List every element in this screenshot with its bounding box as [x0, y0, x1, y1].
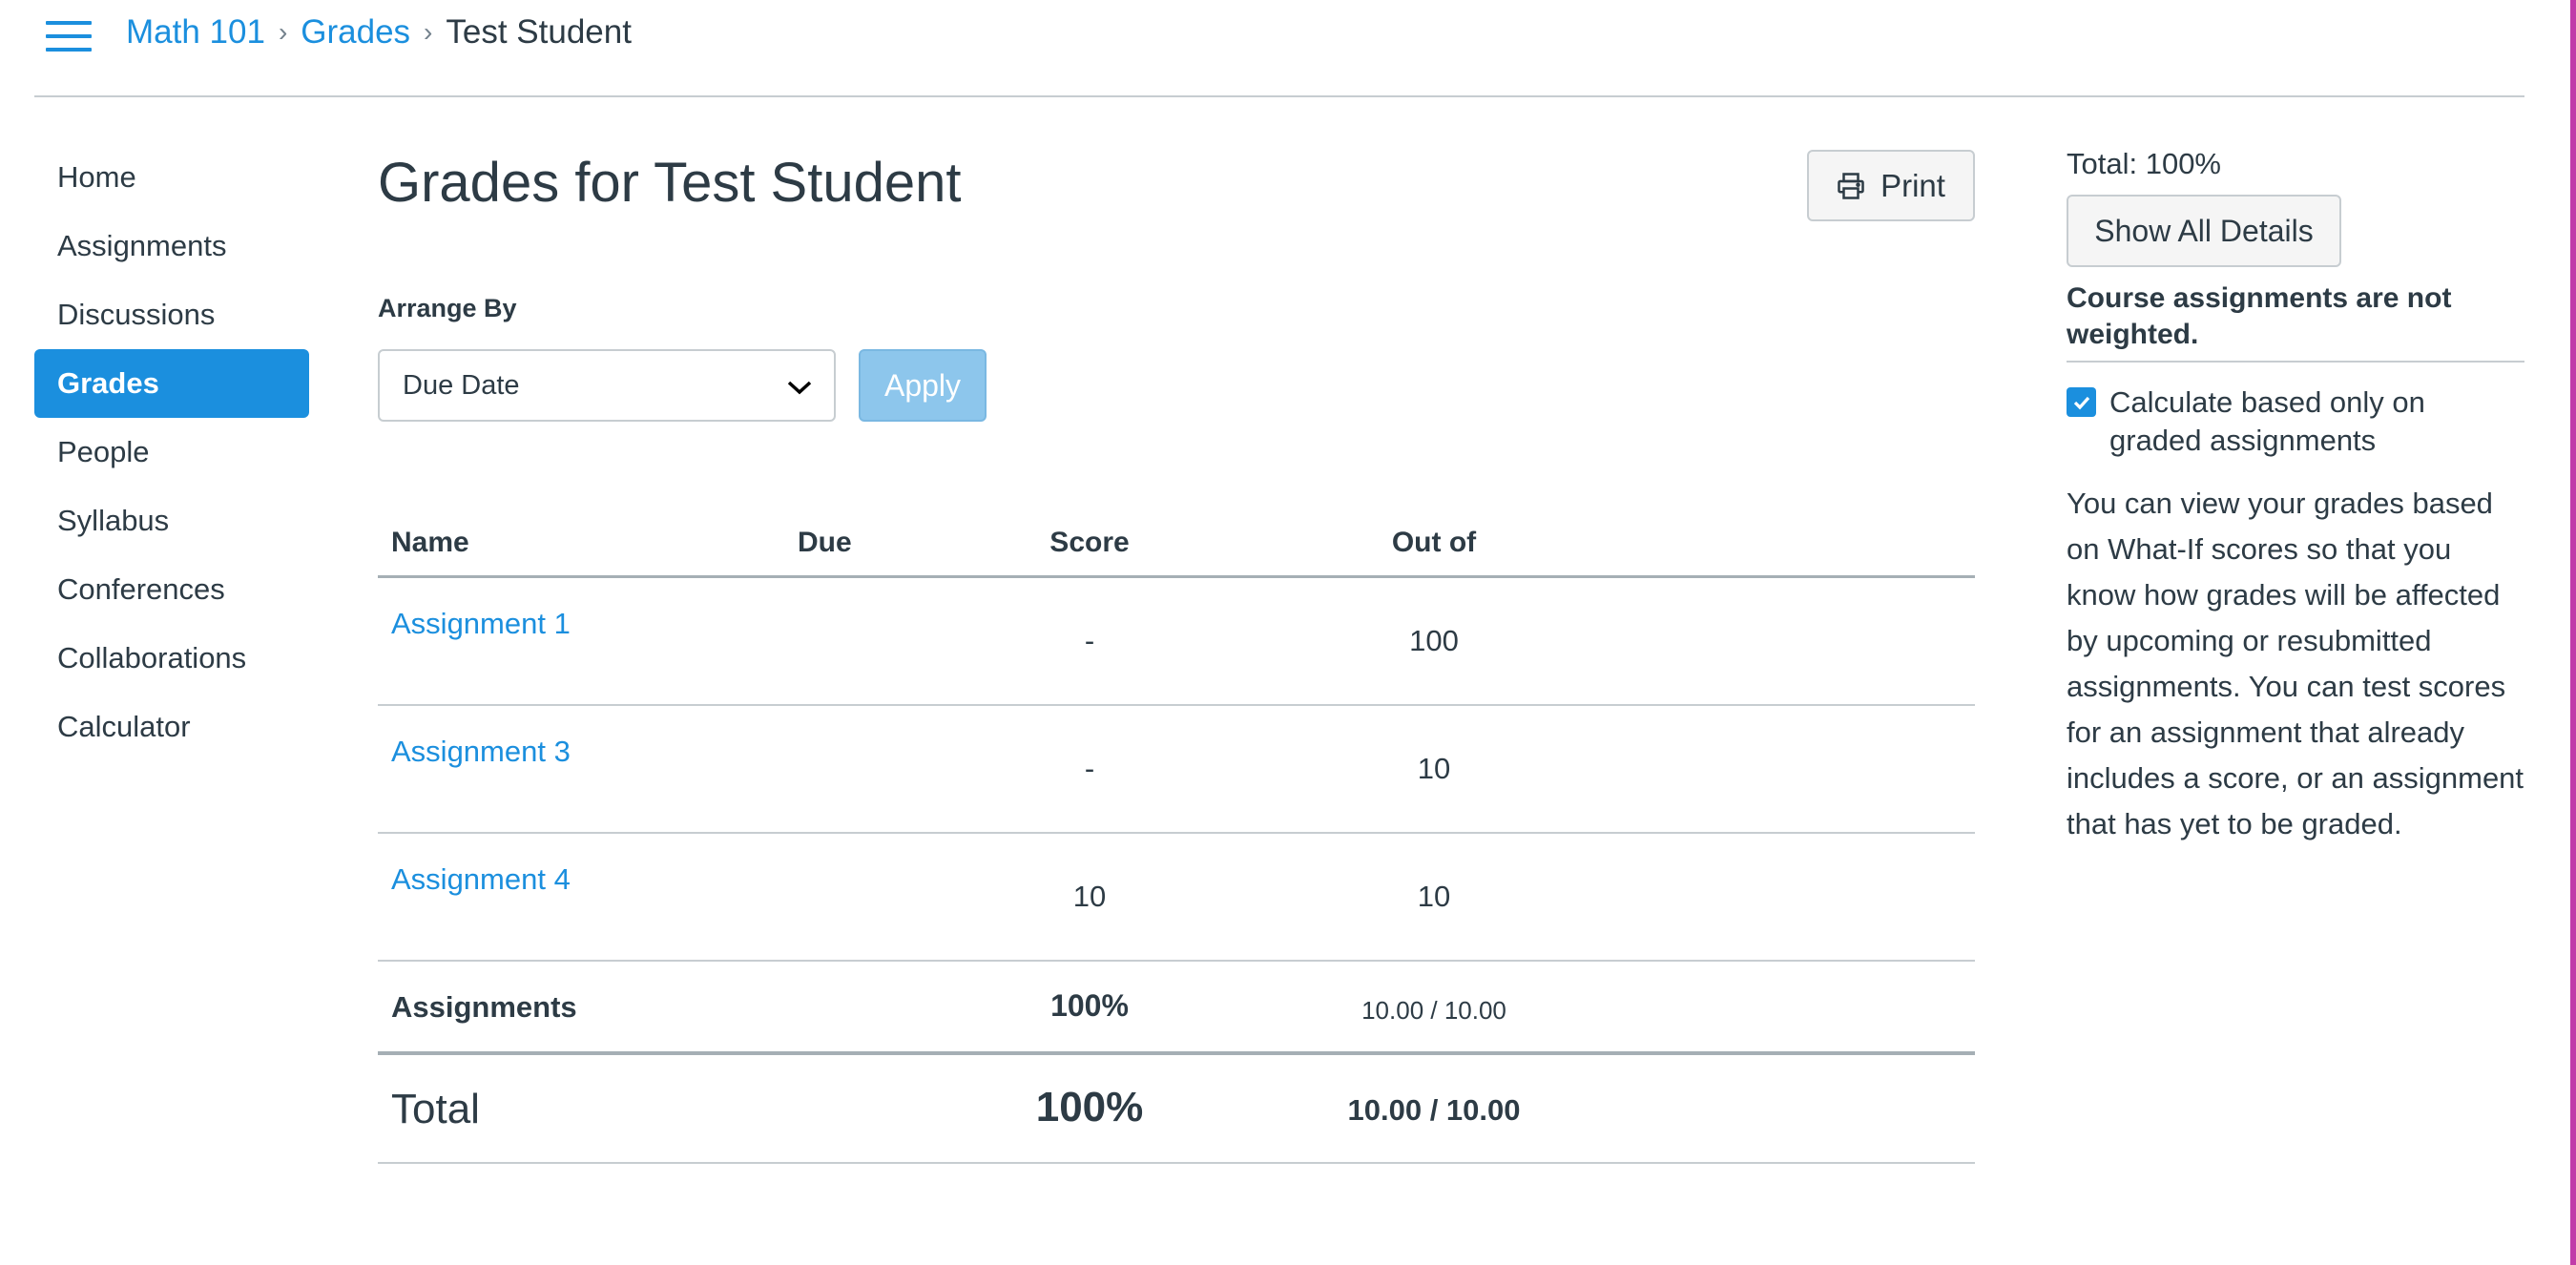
breadcrumb-current: Test Student — [446, 13, 632, 51]
out-of-cell: 10 — [1417, 752, 1451, 785]
show-all-details-button[interactable]: Show All Details — [2067, 195, 2341, 267]
header-out-of[interactable]: Out of — [1392, 527, 1476, 559]
header-due[interactable]: Due — [798, 527, 852, 559]
chevron-down-icon — [787, 381, 812, 395]
graded-only-checkbox-row[interactable]: Calculate based only on graded assignmen… — [2067, 384, 2524, 460]
sidebar-item-people[interactable]: People — [34, 418, 309, 487]
hamburger-menu-icon[interactable] — [46, 19, 92, 53]
header-name[interactable]: Name — [391, 527, 469, 559]
page-title: Grades for Test Student — [378, 152, 962, 214]
sidebar-item-collaborations[interactable]: Collaborations — [34, 624, 309, 693]
chevron-right-icon: › — [424, 17, 433, 47]
out-of-cell: 100 — [1409, 624, 1459, 657]
sidebar-item-conferences[interactable]: Conferences — [34, 555, 309, 624]
group-label: Assignments — [391, 990, 577, 1024]
assignment-link[interactable]: Assignment 1 — [391, 607, 571, 641]
apply-button[interactable]: Apply — [859, 349, 987, 422]
sidebar-item-syllabus[interactable]: Syllabus — [34, 487, 309, 555]
total-grade: Total: 100% — [2067, 147, 2221, 180]
breadcrumb-course[interactable]: Math 101 — [126, 13, 265, 52]
printer-icon — [1838, 172, 1864, 199]
page-header: Math 101 › Grades › Test Student — [34, 0, 2524, 97]
checkmark-icon — [2073, 396, 2089, 409]
breadcrumb-grades[interactable]: Grades — [301, 13, 410, 52]
grade-summary-panel: Total: 100% Show All Details Course assi… — [2067, 143, 2524, 847]
arrange-by-value: Due Date — [403, 370, 520, 401]
score-cell[interactable]: - — [1085, 624, 1094, 658]
sidebar-item-discussions[interactable]: Discussions — [34, 280, 309, 349]
print-label: Print — [1880, 167, 1945, 203]
group-points: 10.00 / 10.00 — [1361, 996, 1506, 1025]
weighting-note: Course assignments are not weighted. — [2067, 280, 2524, 363]
total-points: 10.00 / 10.00 — [1347, 1093, 1521, 1127]
table-row: Assignment 3 - 10 — [378, 706, 1975, 834]
score-cell[interactable]: 10 — [1073, 880, 1106, 914]
arrange-by-select[interactable]: Due Date — [378, 349, 836, 422]
group-percent: 100% — [1050, 988, 1129, 1023]
total-label: Total — [391, 1086, 480, 1132]
print-button[interactable]: Print — [1807, 150, 1975, 221]
assignment-link[interactable]: Assignment 3 — [391, 735, 571, 769]
course-nav: Home Assignments Discussions Grades Peop… — [34, 143, 309, 761]
window-edge-accent — [2570, 0, 2576, 1265]
table-row: Assignment 4 10 10 — [378, 834, 1975, 962]
arrange-by-label: Arrange By — [378, 294, 517, 322]
what-if-description: You can view your grades based on What-I… — [2067, 487, 2524, 840]
total-percent: 100% — [1035, 1084, 1144, 1130]
table-header: Name Due Score Out of — [378, 515, 1975, 578]
sidebar-item-home[interactable]: Home — [34, 143, 309, 212]
graded-only-checkbox[interactable] — [2067, 387, 2096, 417]
group-summary-row: Assignments 100% 10.00 / 10.00 — [378, 962, 1975, 1055]
grades-table: Name Due Score Out of Assignment 1 - 100… — [378, 515, 1975, 1164]
breadcrumb: Math 101 › Grades › Test Student — [126, 13, 632, 52]
graded-only-label: Calculate based only on graded assignmen… — [2109, 385, 2425, 457]
out-of-cell: 10 — [1417, 880, 1451, 913]
sidebar-item-assignments[interactable]: Assignments — [34, 212, 309, 280]
assignment-link[interactable]: Assignment 4 — [391, 862, 571, 897]
total-row: Total 100% 10.00 / 10.00 — [378, 1055, 1975, 1164]
header-score[interactable]: Score — [1049, 527, 1129, 559]
sidebar-item-grades[interactable]: Grades — [34, 349, 309, 418]
chevron-right-icon: › — [278, 17, 288, 47]
sidebar-item-calculator[interactable]: Calculator — [34, 693, 309, 761]
score-cell[interactable]: - — [1085, 752, 1094, 786]
table-row: Assignment 1 - 100 — [378, 578, 1975, 706]
